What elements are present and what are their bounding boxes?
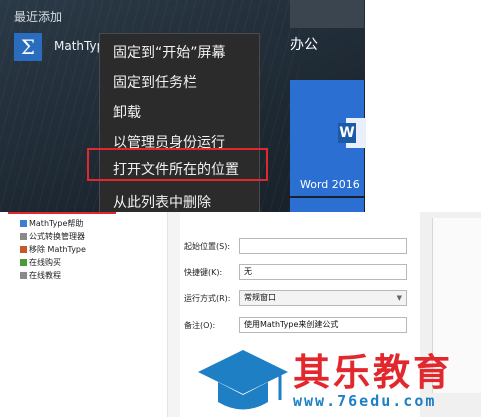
- start-in-label: 起始位置(S):: [184, 242, 231, 251]
- tree-item-label: 在线教程: [29, 271, 61, 280]
- properties-panel: MathType帮助 公式转换管理器 移除 MathType 在线购买 在线教程…: [0, 212, 481, 417]
- menu-item-uninstall[interactable]: 卸载: [100, 96, 259, 124]
- menu-item-label: 固定到“开始”屏幕: [113, 45, 226, 61]
- comment-field[interactable]: 使用MathType来创建公式: [239, 317, 407, 333]
- tree-item-label: 移除 MathType: [29, 245, 86, 254]
- help-doc-icon: [20, 220, 27, 227]
- run-select-value: 常规窗口: [244, 293, 276, 302]
- menu-item-label: 从此列表中删除: [113, 195, 211, 211]
- sigma-icon: Σ: [14, 33, 42, 61]
- tree-item-label: 公式转换管理器: [29, 232, 85, 241]
- blank-area: [365, 0, 481, 212]
- chevron-down-icon: ▼: [396, 294, 402, 302]
- hotkey-field[interactable]: 无: [239, 264, 407, 280]
- watermark: 其乐教育 www.76edu.com: [198, 342, 481, 417]
- tree-item-buy[interactable]: 在线购买: [20, 257, 61, 269]
- graduation-cap-icon: [198, 350, 288, 410]
- recent-section-title: 最近添加: [14, 10, 63, 24]
- uninstall-icon: [20, 246, 27, 253]
- watermark-brand: 其乐教育: [293, 351, 453, 394]
- menu-item-label: 卸载: [113, 105, 141, 121]
- tutorial-icon: [20, 272, 27, 279]
- tile-group-title: 办公: [290, 37, 318, 53]
- tree-item-label: 在线购买: [29, 258, 61, 267]
- tree-item-converter[interactable]: 公式转换管理器: [20, 231, 85, 243]
- shopping-icon: [20, 259, 27, 266]
- watermark-url: www.76edu.com: [293, 392, 437, 410]
- word-icon: W: [338, 118, 366, 148]
- tree-item-help[interactable]: MathType帮助: [20, 218, 83, 230]
- converter-icon: [20, 233, 27, 240]
- file-tree: MathType帮助 公式转换管理器 移除 MathType 在线购买 在线教程: [0, 212, 168, 417]
- context-menu: 固定到“开始”屏幕 固定到任务栏 卸载 以管理员身份运行 打开文件所在的位置 从…: [99, 33, 260, 212]
- tree-item-uninstall[interactable]: 移除 MathType: [20, 244, 86, 256]
- start-in-field[interactable]: [239, 238, 407, 254]
- highlight-box: [87, 148, 268, 181]
- screenshot-root: 最近添加 Σ MathType 办公 W Word 2016 固定到“开始”屏幕…: [0, 0, 481, 417]
- tile-partial-bottom[interactable]: [290, 198, 364, 212]
- menu-item-remove-from-list[interactable]: 从此列表中删除: [100, 186, 259, 212]
- menu-item-pin-to-taskbar[interactable]: 固定到任务栏: [100, 66, 259, 94]
- run-select[interactable]: 常规窗口 ▼: [239, 290, 407, 306]
- word-tile-label: Word 2016: [300, 178, 360, 191]
- comment-label: 备注(O):: [184, 321, 216, 330]
- run-label: 运行方式(R):: [184, 294, 231, 303]
- highlight-line: [8, 212, 116, 214]
- menu-item-label: 固定到任务栏: [113, 75, 197, 91]
- menu-item-pin-to-start[interactable]: 固定到“开始”屏幕: [100, 36, 259, 64]
- word-tile[interactable]: W Word 2016: [290, 80, 366, 196]
- hotkey-label: 快捷键(K):: [184, 268, 223, 277]
- tile-partial-top[interactable]: [290, 0, 364, 28]
- panel-divider: [168, 212, 180, 417]
- word-icon-letter: W: [338, 123, 356, 143]
- cap-top: [198, 350, 288, 394]
- tree-item-tutorial[interactable]: 在线教程: [20, 270, 61, 282]
- tree-item-label: MathType帮助: [29, 219, 84, 228]
